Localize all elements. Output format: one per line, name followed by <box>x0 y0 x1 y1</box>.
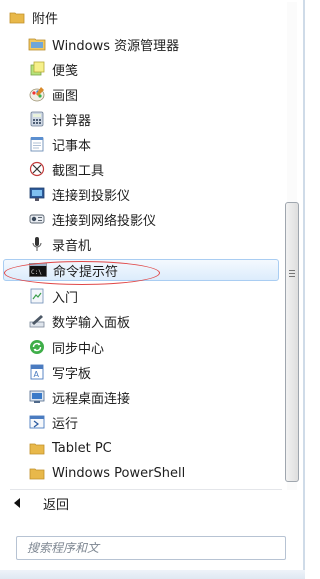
menu-item-label: 远程桌面连接 <box>52 391 131 407</box>
menu-item-label: 记事本 <box>52 138 92 154</box>
scrollbar[interactable] <box>283 2 301 490</box>
menu-item-label: 连接到网络投影仪 <box>52 213 157 229</box>
menu-item-windows-powershell-folder[interactable]: Windows PowerShell <box>2 462 278 484</box>
menu-item-command-prompt[interactable]: C:\ 命令提示符 <box>3 259 279 281</box>
folder-accessories[interactable]: 附件 <box>2 6 278 28</box>
run-icon <box>28 413 46 431</box>
folder-icon <box>28 464 46 482</box>
scroll-thumb[interactable] <box>285 202 299 482</box>
scroll-grip-line <box>289 276 295 277</box>
separator <box>10 489 282 490</box>
menu-item-tablet-pc-folder[interactable]: Tablet PC <box>2 437 278 459</box>
menu-item-sticky-notes[interactable]: 便笺 <box>2 58 278 80</box>
menu-item-label: 命令提示符 <box>53 264 119 280</box>
search-input[interactable]: 搜索程序和文 <box>16 536 286 560</box>
notepad-icon <box>28 135 46 153</box>
menu-item-label: Windows 资源管理器 <box>52 38 180 54</box>
menu-item-label: 计算器 <box>52 113 92 129</box>
snipping-tool-icon <box>28 160 46 178</box>
remote-desktop-icon <box>28 388 46 406</box>
menu-item-label: 数学输入面板 <box>52 315 131 331</box>
getting-started-icon <box>28 287 46 305</box>
search-placeholder: 搜索程序和文 <box>27 541 100 555</box>
menu-item-sync-center[interactable]: 同步中心 <box>2 336 278 358</box>
sound-recorder-icon <box>28 235 46 253</box>
calculator-icon <box>28 110 46 128</box>
menu-item-notepad[interactable]: 记事本 <box>2 133 278 155</box>
menu-item-label: Windows PowerShell <box>52 465 186 481</box>
bottom-frame <box>0 570 305 579</box>
menu-item-math-input-panel[interactable]: 数学输入面板 <box>2 310 278 332</box>
menu-item-connect-network-projector[interactable]: 连接到网络投影仪 <box>2 208 278 230</box>
folder-icon <box>28 439 46 457</box>
menu-item-wordpad[interactable]: A 写字板 <box>2 361 278 383</box>
windows-explorer-icon <box>28 35 46 53</box>
scroll-grip-line <box>289 270 295 271</box>
window-edge <box>303 0 305 579</box>
menu-item-calculator[interactable]: 计算器 <box>2 108 278 130</box>
scroll-grip-line <box>289 273 295 274</box>
folder-icon <box>8 8 26 26</box>
svg-text:C:\: C:\ <box>31 269 42 276</box>
folder-label: 附件 <box>32 11 59 27</box>
menu-item-label: 截图工具 <box>52 163 105 179</box>
network-projector-icon <box>28 210 46 228</box>
menu-item-label: 录音机 <box>52 238 92 254</box>
menu-item-getting-started[interactable]: 入门 <box>2 285 278 307</box>
menu-item-snipping-tool[interactable]: 截图工具 <box>2 158 278 180</box>
back-label: 返回 <box>43 497 70 513</box>
sync-center-icon <box>28 338 46 356</box>
menu-item-label: Tablet PC <box>52 440 112 456</box>
menu-item-label: 写字板 <box>52 366 92 382</box>
menu-item-connect-projector[interactable]: 连接到投影仪 <box>2 183 278 205</box>
start-menu-program-list: 附件 Windows 资源管理器 便笺 画图 计算器 记事本 截图工具 连接到投… <box>0 0 282 488</box>
svg-text:A: A <box>34 370 40 379</box>
menu-item-remote-desktop[interactable]: 远程桌面连接 <box>2 386 278 408</box>
menu-item-label: 同步中心 <box>52 341 105 357</box>
projector-icon <box>28 185 46 203</box>
menu-item-label: 运行 <box>52 416 79 432</box>
paint-icon <box>28 85 46 103</box>
menu-item-label: 便笺 <box>52 63 79 79</box>
math-input-icon <box>28 312 46 330</box>
menu-item-paint[interactable]: 画图 <box>2 83 278 105</box>
menu-item-label: 画图 <box>52 88 79 104</box>
menu-item-sound-recorder[interactable]: 录音机 <box>2 233 278 255</box>
menu-item-run[interactable]: 运行 <box>2 411 278 433</box>
back-arrow-icon <box>14 498 20 508</box>
sticky-notes-icon <box>28 60 46 78</box>
menu-item-label: 连接到投影仪 <box>52 188 131 204</box>
back-button[interactable]: 返回 <box>4 492 204 514</box>
menu-item-windows-explorer[interactable]: Windows 资源管理器 <box>2 33 278 55</box>
wordpad-icon: A <box>28 363 46 381</box>
command-prompt-icon: C:\ <box>29 261 47 279</box>
menu-item-label: 入门 <box>52 290 79 306</box>
